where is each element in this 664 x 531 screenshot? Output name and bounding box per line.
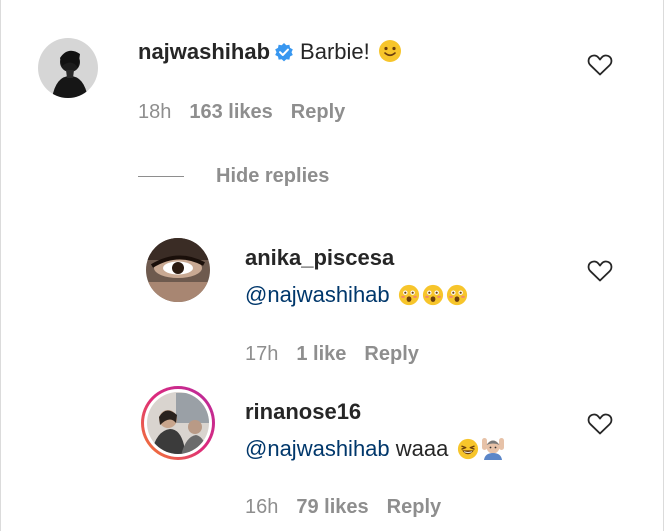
laughing-face-icon (457, 438, 479, 467)
person-raising-hands-icon (481, 436, 505, 467)
astonished-face-icon (398, 284, 420, 313)
avatar-story-ring[interactable] (140, 385, 216, 461)
like-heart-icon[interactable] (587, 412, 613, 436)
reply-mention[interactable]: @najwashihab (245, 436, 390, 461)
hide-replies-label: Hide replies (216, 165, 330, 187)
slightly-smiling-face-icon (378, 39, 402, 70)
reply-age: 17h (245, 343, 279, 365)
comment-thread: najwashihab Barbie! 18h 163 likes Reply Hid… (0, 0, 664, 531)
reply-likes[interactable]: 1 like (296, 343, 346, 365)
like-heart-icon[interactable] (587, 259, 613, 283)
reply-username[interactable]: anika_piscesa (245, 245, 394, 270)
reply-age: 16h (245, 496, 279, 518)
reply-mention[interactable]: @najwashihab (245, 282, 390, 307)
astonished-face-icon (446, 284, 468, 313)
hide-replies-button[interactable]: Hide replies (138, 165, 329, 188)
like-heart-icon[interactable] (587, 53, 613, 77)
comment-text: Barbie! (300, 39, 370, 64)
divider (138, 176, 184, 178)
reply-username[interactable]: rinanose16 (245, 399, 361, 424)
reply-button[interactable]: Reply (291, 101, 345, 123)
reply-button[interactable]: Reply (387, 496, 441, 518)
comment-username[interactable]: najwashihab (138, 39, 270, 64)
reply-button[interactable]: Reply (364, 343, 418, 365)
reply-text: waaa (395, 436, 449, 461)
reply-likes[interactable]: 79 likes (296, 496, 368, 518)
avatar[interactable] (146, 238, 210, 302)
astonished-face-icon (422, 284, 444, 313)
verified-badge-icon (274, 41, 294, 69)
comment-likes[interactable]: 163 likes (189, 101, 272, 123)
avatar[interactable] (38, 38, 98, 98)
comment-age: 18h (138, 101, 172, 123)
